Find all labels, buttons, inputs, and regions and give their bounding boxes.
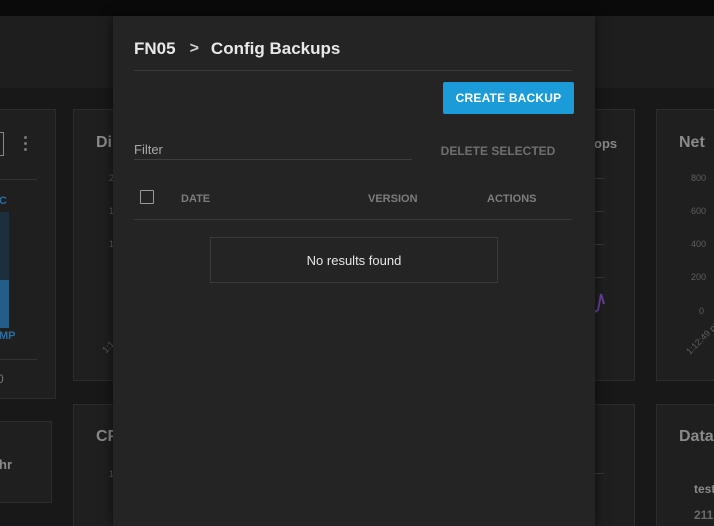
page-title: Config Backups [210,39,341,58]
grid-tick [594,277,604,278]
bar-segment-top [0,212,9,280]
card-title: Data [679,428,714,445]
tick-label: 400 [691,239,707,249]
card-title: Net [679,134,705,151]
widget-select-box[interactable] [0,132,4,156]
app-root: C MP 0 Di 2 1 1 1:1 ops Net 800 600 400 … [0,0,714,526]
widget-card-data: Data test 211. [656,404,714,526]
config-backups-dialog: FN05 > Config Backups CREATE BACKUP DELE… [113,16,595,526]
tick-label: 0 [699,306,705,316]
series-line [594,293,605,313]
footer-value: 0 [0,372,4,386]
card-text: hr [0,457,12,472]
grid-tick [594,473,604,474]
filter-field [134,140,412,160]
select-all-checkbox[interactable] [140,190,154,204]
tick-label: 800 [691,173,707,183]
widget-card-ops: ops [594,109,635,381]
filter-input[interactable] [134,140,412,158]
empty-state-message: No results found [306,252,402,268]
more-vert-icon[interactable] [24,136,28,152]
grid-tick [594,178,604,179]
column-header-date[interactable]: DATE [181,193,210,205]
tick-label: 200 [691,272,707,282]
grid-tick [594,244,604,245]
divider [0,359,37,360]
widget-card-bottom-right [594,404,635,526]
card-title: ops [594,136,618,151]
column-header-actions: ACTIONS [487,193,537,205]
breadcrumb: FN05 > Config Backups [134,39,340,59]
divider [0,179,37,180]
create-backup-button[interactable]: CREATE BACKUP [443,82,574,114]
legend-label-top: C [0,195,7,207]
empty-state: No results found [210,237,498,283]
divider [134,70,572,71]
x-tick-label: 1:12:49 pm [684,317,714,357]
tick-label: 600 [691,206,707,216]
table-header: DATE VERSION ACTIONS [134,182,572,220]
widget-card-net: Net 800 600 400 200 0 1:12:49 pm [656,109,714,381]
card-text: test [694,482,714,496]
card-text: 211. [694,508,714,522]
top-bar [0,0,714,16]
widget-card-small: hr [0,421,52,503]
column-header-version[interactable]: VERSION [368,193,418,205]
legend-label-bottom: MP [0,330,16,342]
delete-selected-button[interactable]: DELETE SELECTED [431,142,565,160]
chevron-right-icon: > [189,40,199,57]
widget-card-left: C MP 0 [0,109,56,399]
card-title: Di [96,134,112,151]
grid-tick [594,211,604,212]
breadcrumb-parent[interactable]: FN05 [134,39,176,59]
bar-segment-bottom [0,280,9,328]
